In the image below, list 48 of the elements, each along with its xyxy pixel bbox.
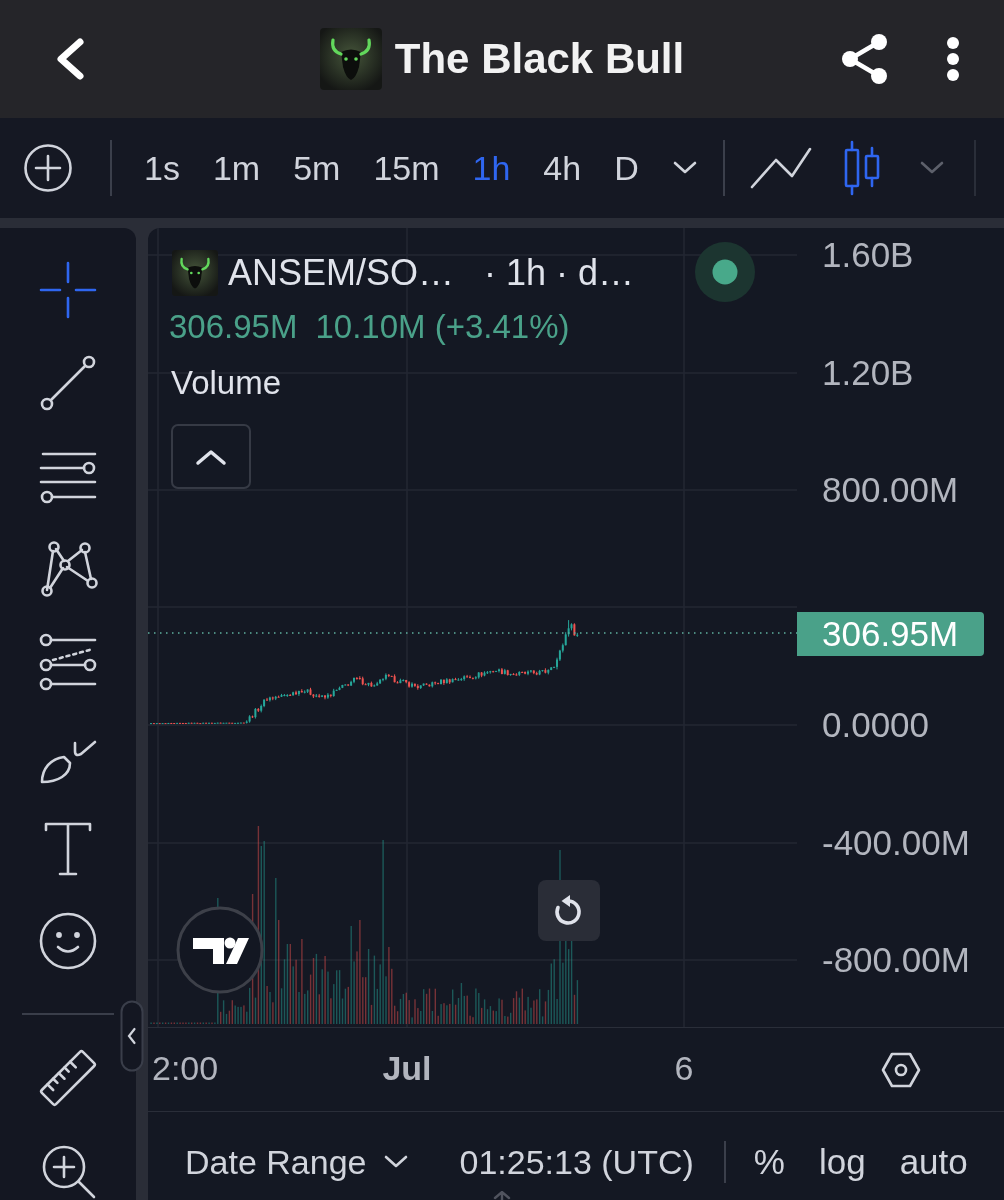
bull-logo-icon [172, 250, 218, 296]
symbol-details: · 1h · d… [484, 251, 635, 295]
interval-tab[interactable]: 5m [293, 148, 341, 188]
scale-option-button[interactable]: auto [899, 1141, 968, 1183]
reset-button[interactable] [538, 880, 600, 941]
status-dot-icon [695, 242, 755, 302]
interval-tab[interactable]: 1h [472, 148, 511, 188]
scale-option-button[interactable]: % [753, 1141, 785, 1183]
price-axis-label: 0.0000 [822, 707, 930, 743]
logo-icon[interactable] [176, 906, 264, 994]
time-button[interactable]: 01:25:13 (UTC) [459, 1141, 694, 1183]
smiley-icon[interactable] [38, 911, 98, 971]
chevron-down-icon [384, 1155, 409, 1169]
trend-line-icon[interactable] [38, 353, 98, 413]
plus-circle-icon[interactable] [23, 143, 73, 193]
line-chart-icon[interactable] [749, 147, 812, 189]
chevron-left-icon[interactable] [120, 1000, 144, 1072]
share-icon[interactable] [839, 33, 889, 85]
leveled-lines-icon[interactable] [38, 632, 98, 692]
chevron-up-icon [195, 447, 227, 466]
price-axis-label: -400.00M [822, 824, 970, 861]
time-axis-label: Jul [382, 1048, 432, 1088]
time-axis-label: 2:00 [152, 1048, 219, 1088]
time-axis-label: 6 [674, 1048, 694, 1088]
interval-tab[interactable]: 15m [373, 148, 440, 188]
price-axis-label: -800.00M [822, 942, 970, 978]
symbol-name[interactable]: ANSEM/SO… [228, 251, 455, 295]
interval-tab[interactable]: 1m [212, 148, 261, 188]
page-title: The Black Bull [394, 35, 685, 83]
connected-points-icon[interactable] [38, 539, 98, 599]
date-range-button[interactable]: Date Range [185, 1141, 409, 1183]
scale-option-button[interactable]: log [818, 1141, 866, 1183]
interval-tab[interactable]: 4h [543, 148, 582, 188]
indicator-label[interactable]: Volume [171, 363, 282, 403]
last-price-value: 306.95M [169, 307, 298, 347]
price-axis-label: 800.00M [822, 472, 959, 508]
settings-icon[interactable] [880, 1051, 921, 1088]
collapse-button[interactable] [171, 424, 251, 489]
price-change: 10.10M (+3.41%) [315, 307, 570, 347]
crosshair-icon[interactable] [38, 260, 98, 320]
ruler-icon[interactable] [38, 1048, 98, 1108]
interval-tab[interactable]: D [614, 148, 639, 188]
price-axis-label: 1.20B [822, 354, 914, 391]
bull-logo-icon [319, 28, 382, 90]
last-price-label: 306.95M [797, 612, 984, 656]
more-icon[interactable] [945, 36, 961, 82]
interval-tab[interactable]: 1s [144, 148, 180, 188]
price-axis-label: 1.60B [822, 237, 914, 273]
